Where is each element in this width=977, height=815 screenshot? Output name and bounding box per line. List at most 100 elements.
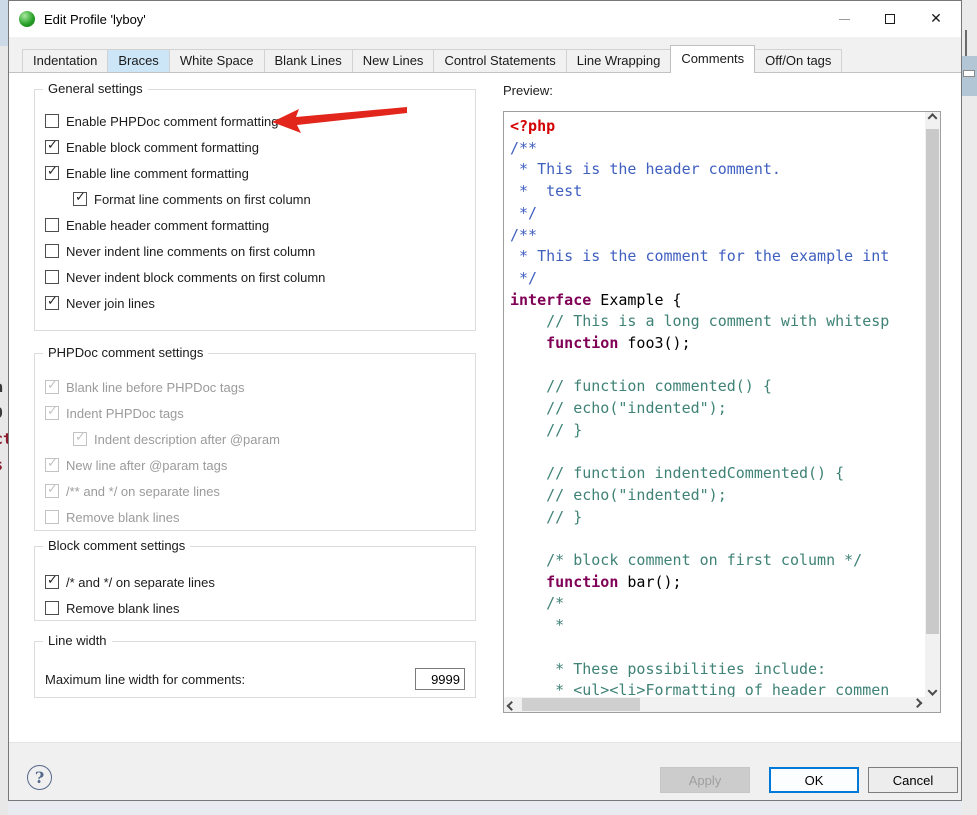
checkbox-row-format-line-comments-on-first-column[interactable]: ✓ Format line comments on first column	[73, 190, 475, 208]
checkbox-row-and-on-separate-lines[interactable]: ✓ /* and */ on separate lines	[45, 573, 475, 591]
code-line: * test	[510, 181, 925, 203]
background-text-fragment: a	[0, 378, 8, 396]
horizontal-scroll-thumb[interactable]	[522, 698, 640, 711]
tab-bar: IndentationBracesWhite SpaceBlank LinesN…	[9, 37, 961, 73]
ok-button[interactable]: OK	[769, 767, 859, 793]
close-button[interactable]: ✕	[913, 1, 959, 37]
scroll-down-arrow-icon[interactable]	[925, 682, 940, 697]
checkbox-row-enable-phpdoc-comment-formatting[interactable]: Enable PHPDoc comment formatting	[45, 112, 475, 130]
tab-indentation[interactable]: Indentation	[22, 49, 108, 72]
line-width-input[interactable]	[415, 668, 465, 690]
group-legend: Block comment settings	[43, 538, 190, 553]
minimize-button[interactable]	[821, 1, 867, 37]
minimize-icon	[839, 19, 850, 20]
tab-control-statements[interactable]: Control Statements	[433, 49, 566, 72]
code-line: /* block comment on first column */	[510, 550, 925, 572]
code-line: /**	[510, 138, 925, 160]
horizontal-scrollbar[interactable]	[504, 697, 925, 712]
button-bar: ? Apply OK Cancel	[9, 742, 961, 800]
window-title: Edit Profile 'lyboy'	[44, 12, 146, 27]
background-titlebar-sliver	[0, 0, 8, 46]
scroll-up-arrow-icon[interactable]	[925, 112, 940, 127]
group-legend: Line width	[43, 633, 112, 648]
checkbox-row-indent-description-after-param: ✓ Indent description after @param	[73, 430, 475, 448]
tab-blank-lines[interactable]: Blank Lines	[264, 49, 353, 72]
checkbox-row-blank-line-before-phpdoc-tags: ✓ Blank line before PHPDoc tags	[45, 378, 475, 396]
scroll-left-arrow-icon[interactable]	[504, 697, 519, 712]
cancel-button[interactable]: Cancel	[868, 767, 958, 793]
tab-off-on-tags[interactable]: Off/On tags	[754, 49, 842, 72]
checkbox-label: Remove blank lines	[66, 601, 179, 616]
checkbox-label: Enable PHPDoc comment formatting	[66, 114, 278, 129]
code-line: // function indentedCommented() {	[510, 463, 925, 485]
tab-comments[interactable]: Comments	[670, 45, 755, 73]
close-icon: ✕	[930, 12, 942, 26]
checkbox[interactable]: ✓	[73, 192, 87, 206]
code-line: // This is a long comment with whitesp	[510, 311, 925, 333]
comments-tab-panel: General settingsEnable PHPDoc comment fo…	[9, 73, 961, 742]
tab-line-wrapping[interactable]: Line Wrapping	[566, 49, 672, 72]
code-line: * These possibilities include:	[510, 659, 925, 681]
checkbox-row-never-indent-line-comments-on-first-column[interactable]: Never indent line comments on first colu…	[45, 242, 475, 260]
tab-new-lines[interactable]: New Lines	[352, 49, 435, 72]
code-line: // function commented() {	[510, 376, 925, 398]
checkbox[interactable]: ✓	[45, 296, 59, 310]
checkbox: ✓	[73, 432, 87, 446]
code-line: * This is the header comment.	[510, 159, 925, 181]
tab-white-space[interactable]: White Space	[169, 49, 265, 72]
checkbox[interactable]	[45, 244, 59, 258]
preview-label: Preview:	[503, 83, 553, 98]
checkbox-label: Enable header comment formatting	[66, 218, 269, 233]
checkbox-label: Never indent line comments on first colu…	[66, 244, 315, 259]
code-line: // echo("indented");	[510, 398, 925, 420]
checkbox: ✓	[45, 406, 59, 420]
code-line: */	[510, 268, 925, 290]
checkbox-row-never-join-lines[interactable]: ✓Never join lines	[45, 294, 475, 312]
checkbox[interactable]	[45, 218, 59, 232]
checkbox[interactable]	[45, 270, 59, 284]
tab-braces[interactable]: Braces	[107, 49, 169, 72]
preview-pane: <?php/** * This is the header comment. *…	[503, 111, 941, 713]
window-controls: ✕	[821, 1, 959, 37]
checkbox-row-enable-line-comment-formatting[interactable]: ✓ Enable line comment formatting	[45, 164, 475, 182]
code-line: // }	[510, 420, 925, 442]
scrollbar-corner	[925, 697, 940, 712]
code-line	[510, 637, 925, 659]
checkbox-row-enable-block-comment-formatting[interactable]: ✓Enable block comment formatting	[45, 138, 475, 156]
checkbox-label: Remove blank lines	[66, 510, 179, 525]
vertical-scrollbar[interactable]	[925, 112, 940, 697]
checkbox-label: Format line comments on first column	[94, 192, 311, 207]
checkbox[interactable]: ✓	[45, 166, 59, 180]
checkbox[interactable]: ✓	[45, 575, 59, 589]
group-phpdoc-comment-settings: PHPDoc comment settings✓Blank line befor…	[34, 353, 476, 531]
checkbox-row-remove-blank-lines: Remove blank lines	[45, 508, 475, 526]
background-text-fragment: ct	[0, 430, 8, 448]
code-line: */	[510, 203, 925, 225]
checkbox-row-indent-phpdoc-tags: ✓Indent PHPDoc tags	[45, 404, 475, 422]
checkbox-row-enable-header-comment-formatting[interactable]: Enable header comment formatting	[45, 216, 475, 234]
checkbox-row-new-line-after-param-tags: ✓New line after @param tags	[45, 456, 475, 474]
line-width-label: Maximum line width for comments:	[45, 672, 245, 687]
checkbox	[45, 510, 59, 524]
code-line: interface Example {	[510, 290, 925, 312]
scroll-right-arrow-icon[interactable]	[910, 697, 925, 712]
checkbox: ✓	[45, 380, 59, 394]
checkbox-row-remove-blank-lines[interactable]: Remove blank lines	[45, 599, 475, 617]
code-line: * <ul><li>Formatting of header commen	[510, 680, 925, 697]
checkbox[interactable]	[45, 114, 59, 128]
vertical-scroll-thumb[interactable]	[926, 129, 939, 634]
checkbox-label: /* and */ on separate lines	[66, 575, 215, 590]
checkbox-row-never-indent-block-comments-on-first-column[interactable]: Never indent block comments on first col…	[45, 268, 475, 286]
checkbox-label: /** and */ on separate lines	[66, 484, 220, 499]
edit-profile-dialog: Edit Profile 'lyboy' ✕ IndentationBraces…	[8, 0, 962, 801]
code-line: <?php	[510, 116, 925, 138]
checkbox: ✓	[45, 484, 59, 498]
code-preview: <?php/** * This is the header comment. *…	[504, 112, 925, 697]
help-button[interactable]: ?	[27, 765, 52, 790]
checkbox-label: Blank line before PHPDoc tags	[66, 380, 244, 395]
checkbox[interactable]: ✓	[45, 140, 59, 154]
checkbox-label: Enable line comment formatting	[66, 166, 249, 181]
maximize-button[interactable]	[867, 1, 913, 37]
checkbox[interactable]	[45, 601, 59, 615]
checkbox-label: Indent description after @param	[94, 432, 280, 447]
